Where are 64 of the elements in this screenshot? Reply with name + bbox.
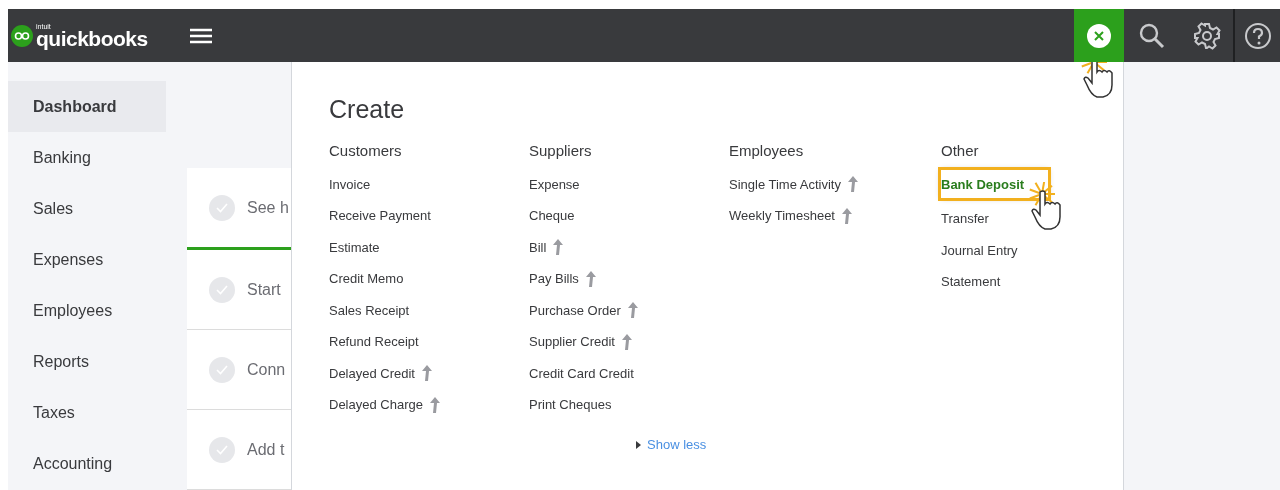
menu-item[interactable]: Credit Memo [329, 267, 404, 290]
menu-item[interactable]: Single Time Activity [729, 173, 858, 195]
column-heading: Other [941, 142, 980, 161]
menu-item[interactable]: Supplier Credit [529, 330, 632, 353]
search-icon [1138, 21, 1166, 50]
upgrade-arrow-icon [422, 365, 432, 381]
column-heading: Employees [729, 142, 805, 161]
settings-icon [1192, 21, 1221, 50]
check-circle-icon [209, 194, 235, 221]
menu-item[interactable]: Purchase Order [529, 299, 638, 321]
sidebar-item[interactable]: Sales [8, 183, 166, 235]
upgrade-arrow-icon [848, 176, 858, 192]
sidebar-item[interactable]: Banking [8, 132, 166, 184]
sidebar-item[interactable]: Reports [8, 336, 166, 388]
check-circle-icon [209, 436, 235, 463]
menu-item[interactable]: Pay Bills [529, 267, 596, 290]
check-circle-icon [209, 356, 235, 383]
sidebar-item[interactable]: Employees [8, 285, 166, 337]
checklist-card[interactable]: Add t [187, 410, 291, 490]
menu-item[interactable]: Delayed Charge [329, 393, 440, 416]
menu-item[interactable]: Expense [529, 173, 580, 195]
upgrade-arrow-icon [553, 239, 564, 255]
menu-item[interactable]: Sales Receipt [329, 299, 410, 321]
menu-item[interactable]: Credit Card Credit [529, 362, 634, 384]
upgrade-arrow-icon [585, 270, 596, 287]
check-circle-icon [209, 276, 235, 303]
close-button[interactable] [1074, 9, 1124, 62]
upgrade-arrow-icon [841, 207, 852, 224]
menu-item[interactable]: Delayed Credit [329, 362, 432, 384]
menu-item[interactable]: Statement [941, 270, 1001, 293]
checklist-card[interactable]: See h [187, 168, 291, 250]
checklist-label: Add t [247, 440, 285, 459]
checklist-card[interactable]: Start [187, 250, 291, 330]
menu-item[interactable]: Cheque [529, 204, 575, 227]
column-heading: Suppliers [529, 142, 593, 161]
upgrade-arrow-icon [622, 333, 632, 350]
menu-item[interactable]: Print Cheques [529, 393, 612, 416]
menu-item[interactable]: Weekly Timesheet [729, 204, 852, 227]
help-icon [1243, 21, 1272, 50]
checklist-label: See h [247, 198, 289, 217]
checklist-label: Start [247, 280, 281, 299]
triangle-icon [636, 440, 641, 449]
checklist-card[interactable]: Conn [187, 330, 291, 410]
sidebar-item[interactable]: Dashboard [8, 81, 166, 133]
menu-item[interactable]: Journal Entry [941, 239, 1018, 261]
sidebar-item[interactable]: Taxes [8, 387, 166, 439]
upgrade-arrow-icon [429, 396, 440, 413]
sidebar-item[interactable]: Expenses [8, 234, 166, 286]
menu-title: Create [329, 95, 406, 124]
sidebar-item[interactable]: Accounting [8, 438, 166, 490]
logo-text: quickbooks [36, 27, 148, 49]
upgrade-arrow-icon [627, 302, 638, 318]
menu-item[interactable]: Bank Deposit [941, 170, 1049, 198]
menu-item[interactable]: Bill [529, 236, 564, 258]
close-icon [1087, 23, 1111, 48]
menu-item[interactable]: Invoice [329, 173, 371, 195]
column-heading: Customers [329, 142, 403, 161]
checklist-label: Conn [247, 360, 286, 379]
menu-item[interactable]: Receive Payment [329, 204, 431, 227]
menu-item[interactable]: Estimate [329, 236, 380, 258]
menu-item[interactable]: Transfer [941, 207, 989, 230]
menu-icon [190, 27, 212, 44]
menu-item[interactable]: Refund Receipt [329, 330, 419, 353]
logo-icon [11, 24, 33, 47]
